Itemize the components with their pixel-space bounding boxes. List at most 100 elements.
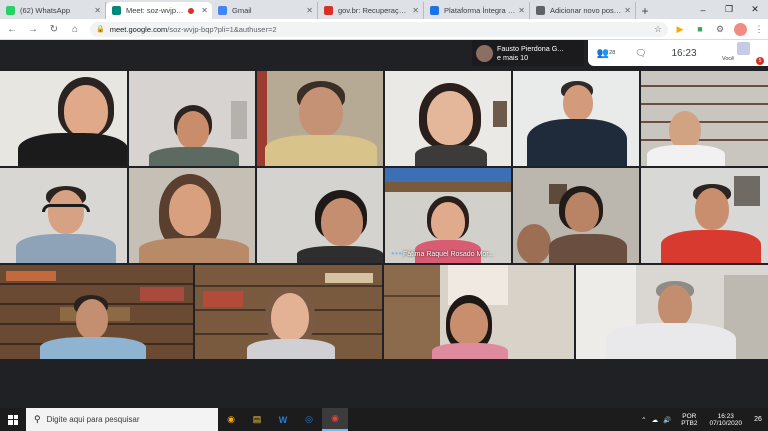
participant-tile[interactable] bbox=[257, 71, 383, 166]
profile-avatar[interactable] bbox=[734, 22, 747, 36]
minimize-button[interactable]: – bbox=[690, 0, 716, 19]
participant-tile[interactable] bbox=[384, 265, 574, 359]
extensions-puzzle-icon[interactable]: ⚙ bbox=[712, 21, 728, 37]
system-tray: ⌃ ☁ 🔊 POR PTB2 16:23 07/10/2020 26 bbox=[641, 408, 768, 431]
google-icon bbox=[218, 6, 227, 15]
close-tab-icon[interactable]: ✕ bbox=[201, 6, 208, 15]
gmail-icon bbox=[324, 6, 333, 15]
participant-tile[interactable] bbox=[195, 265, 382, 359]
tab-title: Gmail bbox=[232, 6, 252, 15]
tab-title: Adicionar novo post ‹ 3 bbox=[550, 6, 622, 15]
extension-meet-icon[interactable]: ■ bbox=[692, 21, 708, 37]
tab-title: Plataforma Íntegra - Co bbox=[444, 6, 516, 15]
language-code: POR bbox=[682, 412, 697, 420]
presenter-name: Fausto Pierdona G... bbox=[497, 44, 564, 53]
notification-count: 26 bbox=[754, 416, 762, 423]
integra-icon bbox=[430, 6, 439, 15]
browser-tab[interactable]: Adicionar novo post ‹ 3 ✕ bbox=[530, 2, 636, 19]
taskbar-search[interactable]: ⚲ Digite aqui para pesquisar bbox=[26, 408, 218, 431]
onedrive-icon[interactable]: ☁ bbox=[652, 416, 659, 424]
taskbar-search-placeholder: Digite aqui para pesquisar bbox=[46, 415, 140, 424]
close-window-button[interactable]: ✕ bbox=[742, 0, 768, 19]
participant-tile[interactable] bbox=[0, 71, 127, 166]
language-indicator[interactable]: POR PTB2 bbox=[681, 413, 697, 427]
extension-play-icon[interactable]: ▶ bbox=[672, 21, 688, 37]
browser-tab[interactable]: (62) WhatsApp ✕ bbox=[0, 2, 106, 19]
browser-tab[interactable]: Meet: soz-wvjp-bqp ✕ bbox=[106, 2, 212, 19]
reload-button[interactable]: ↻ bbox=[45, 20, 63, 38]
participant-tile[interactable] bbox=[129, 168, 255, 263]
participant-tile[interactable] bbox=[641, 168, 768, 263]
browser-tab-strip: (62) WhatsApp✕Meet: soz-wvjp-bqp✕Gmail✕g… bbox=[0, 0, 768, 19]
address-bar[interactable]: 🔒 meet.google.com /soz-wvjp-bqp?pli=1&au… bbox=[90, 21, 668, 37]
close-tab-icon[interactable]: ✕ bbox=[94, 6, 101, 15]
presenter-others: e mais 10 bbox=[497, 53, 529, 62]
windows-taskbar: ⚲ Digite aqui para pesquisar ◉ ▤ W ◎ ◉ ⌃… bbox=[0, 408, 768, 431]
participant-tile[interactable] bbox=[576, 265, 768, 359]
participant-tile[interactable] bbox=[513, 168, 639, 263]
maximize-button[interactable]: ❐ bbox=[716, 0, 742, 19]
file-explorer-taskbar-icon[interactable]: ▤ bbox=[244, 408, 270, 431]
tab-title: (62) WhatsApp bbox=[20, 6, 71, 15]
tab-title: Meet: soz-wvjp-bqp bbox=[126, 6, 184, 15]
presenter-info[interactable]: Fausto Pierdona G... e mais 10 bbox=[472, 40, 584, 66]
browser-tab[interactable]: Plataforma Íntegra - Co ✕ bbox=[424, 2, 530, 19]
presenter-avatar bbox=[476, 44, 493, 62]
search-icon: ⚲ bbox=[34, 414, 41, 424]
participant-tile[interactable] bbox=[641, 71, 768, 166]
recording-indicator-icon bbox=[188, 7, 195, 14]
participant-grid: ●●● Fátima Raquel Rosado Mor... bbox=[0, 71, 768, 359]
participant-tile[interactable] bbox=[513, 71, 639, 166]
participants-count: 28 bbox=[609, 50, 616, 56]
edge-taskbar-icon[interactable]: ◎ bbox=[296, 408, 322, 431]
browser-menu-icon[interactable]: ⋮ bbox=[751, 21, 767, 37]
chat-button[interactable]: 🗨 bbox=[624, 48, 658, 59]
home-button[interactable]: ⌂ bbox=[66, 20, 84, 38]
close-tab-icon[interactable]: ✕ bbox=[518, 6, 525, 15]
participant-tile[interactable] bbox=[385, 71, 511, 166]
browser-tab[interactable]: Gmail ✕ bbox=[212, 2, 318, 19]
keyboard-layout: PTB2 bbox=[681, 419, 698, 427]
notification-badge: 5 bbox=[756, 57, 764, 65]
participant-tile[interactable] bbox=[0, 265, 193, 359]
back-button[interactable]: ← bbox=[3, 20, 21, 38]
new-tab-button[interactable]: + bbox=[636, 2, 654, 19]
chrome-taskbar-icon[interactable]: ◉ bbox=[322, 408, 348, 431]
self-view[interactable]: Você 5 bbox=[722, 42, 764, 66]
browser-tab[interactable]: gov.br: Recuperação de✕ bbox=[318, 2, 424, 19]
participant-name: Fátima Raquel Rosado Mor... bbox=[403, 251, 495, 258]
globe-icon bbox=[536, 6, 545, 15]
meet-icon bbox=[112, 6, 121, 15]
chat-icon: 🗨 bbox=[635, 47, 647, 58]
url-path: /soz-wvjp-bqp?pli=1&authuser=2 bbox=[167, 24, 277, 34]
lock-icon: 🔒 bbox=[96, 26, 105, 33]
meet-clock: 16:23 bbox=[671, 47, 697, 59]
participant-tile[interactable] bbox=[257, 168, 383, 263]
show-hidden-icons-icon[interactable]: ⌃ bbox=[641, 416, 646, 424]
url-host: meet.google.com bbox=[109, 24, 168, 34]
word-taskbar-icon[interactable]: W bbox=[270, 408, 296, 431]
close-tab-icon[interactable]: ✕ bbox=[624, 6, 631, 15]
participant-tile-active-speaker[interactable]: ●●● Fátima Raquel Rosado Mor... bbox=[385, 168, 511, 263]
tab-title: gov.br: Recuperação de bbox=[338, 6, 409, 15]
firefox-taskbar-icon[interactable]: ◉ bbox=[218, 408, 244, 431]
windows-logo-icon bbox=[8, 414, 18, 425]
participant-tile[interactable] bbox=[0, 168, 127, 263]
participants-button[interactable]: 👥 28 bbox=[588, 48, 624, 59]
bookmark-star-icon[interactable]: ☆ bbox=[654, 24, 662, 35]
volume-icon[interactable]: 🔊 bbox=[663, 416, 671, 424]
people-icon: 👥 bbox=[596, 47, 610, 59]
self-thumbnail bbox=[736, 42, 750, 55]
forward-button[interactable]: → bbox=[24, 20, 42, 38]
close-tab-icon[interactable]: ✕ bbox=[412, 6, 419, 15]
browser-toolbar: ← → ↻ ⌂ 🔒 meet.google.com /soz-wvjp-bqp?… bbox=[0, 19, 768, 40]
taskbar-clock[interactable]: 16:23 07/10/2020 bbox=[709, 413, 742, 427]
meet-stage: Fausto Pierdona G... e mais 10 👥 28 🗨 16… bbox=[0, 40, 768, 408]
close-tab-icon[interactable]: ✕ bbox=[306, 6, 313, 15]
taskbar-time: 16:23 bbox=[717, 412, 734, 420]
participant-tile[interactable] bbox=[129, 71, 255, 166]
action-center-button[interactable]: 26 bbox=[748, 408, 768, 431]
speaking-indicator-icon: ●●● bbox=[391, 251, 402, 257]
whatsapp-icon bbox=[6, 6, 15, 15]
start-button[interactable] bbox=[0, 408, 26, 431]
